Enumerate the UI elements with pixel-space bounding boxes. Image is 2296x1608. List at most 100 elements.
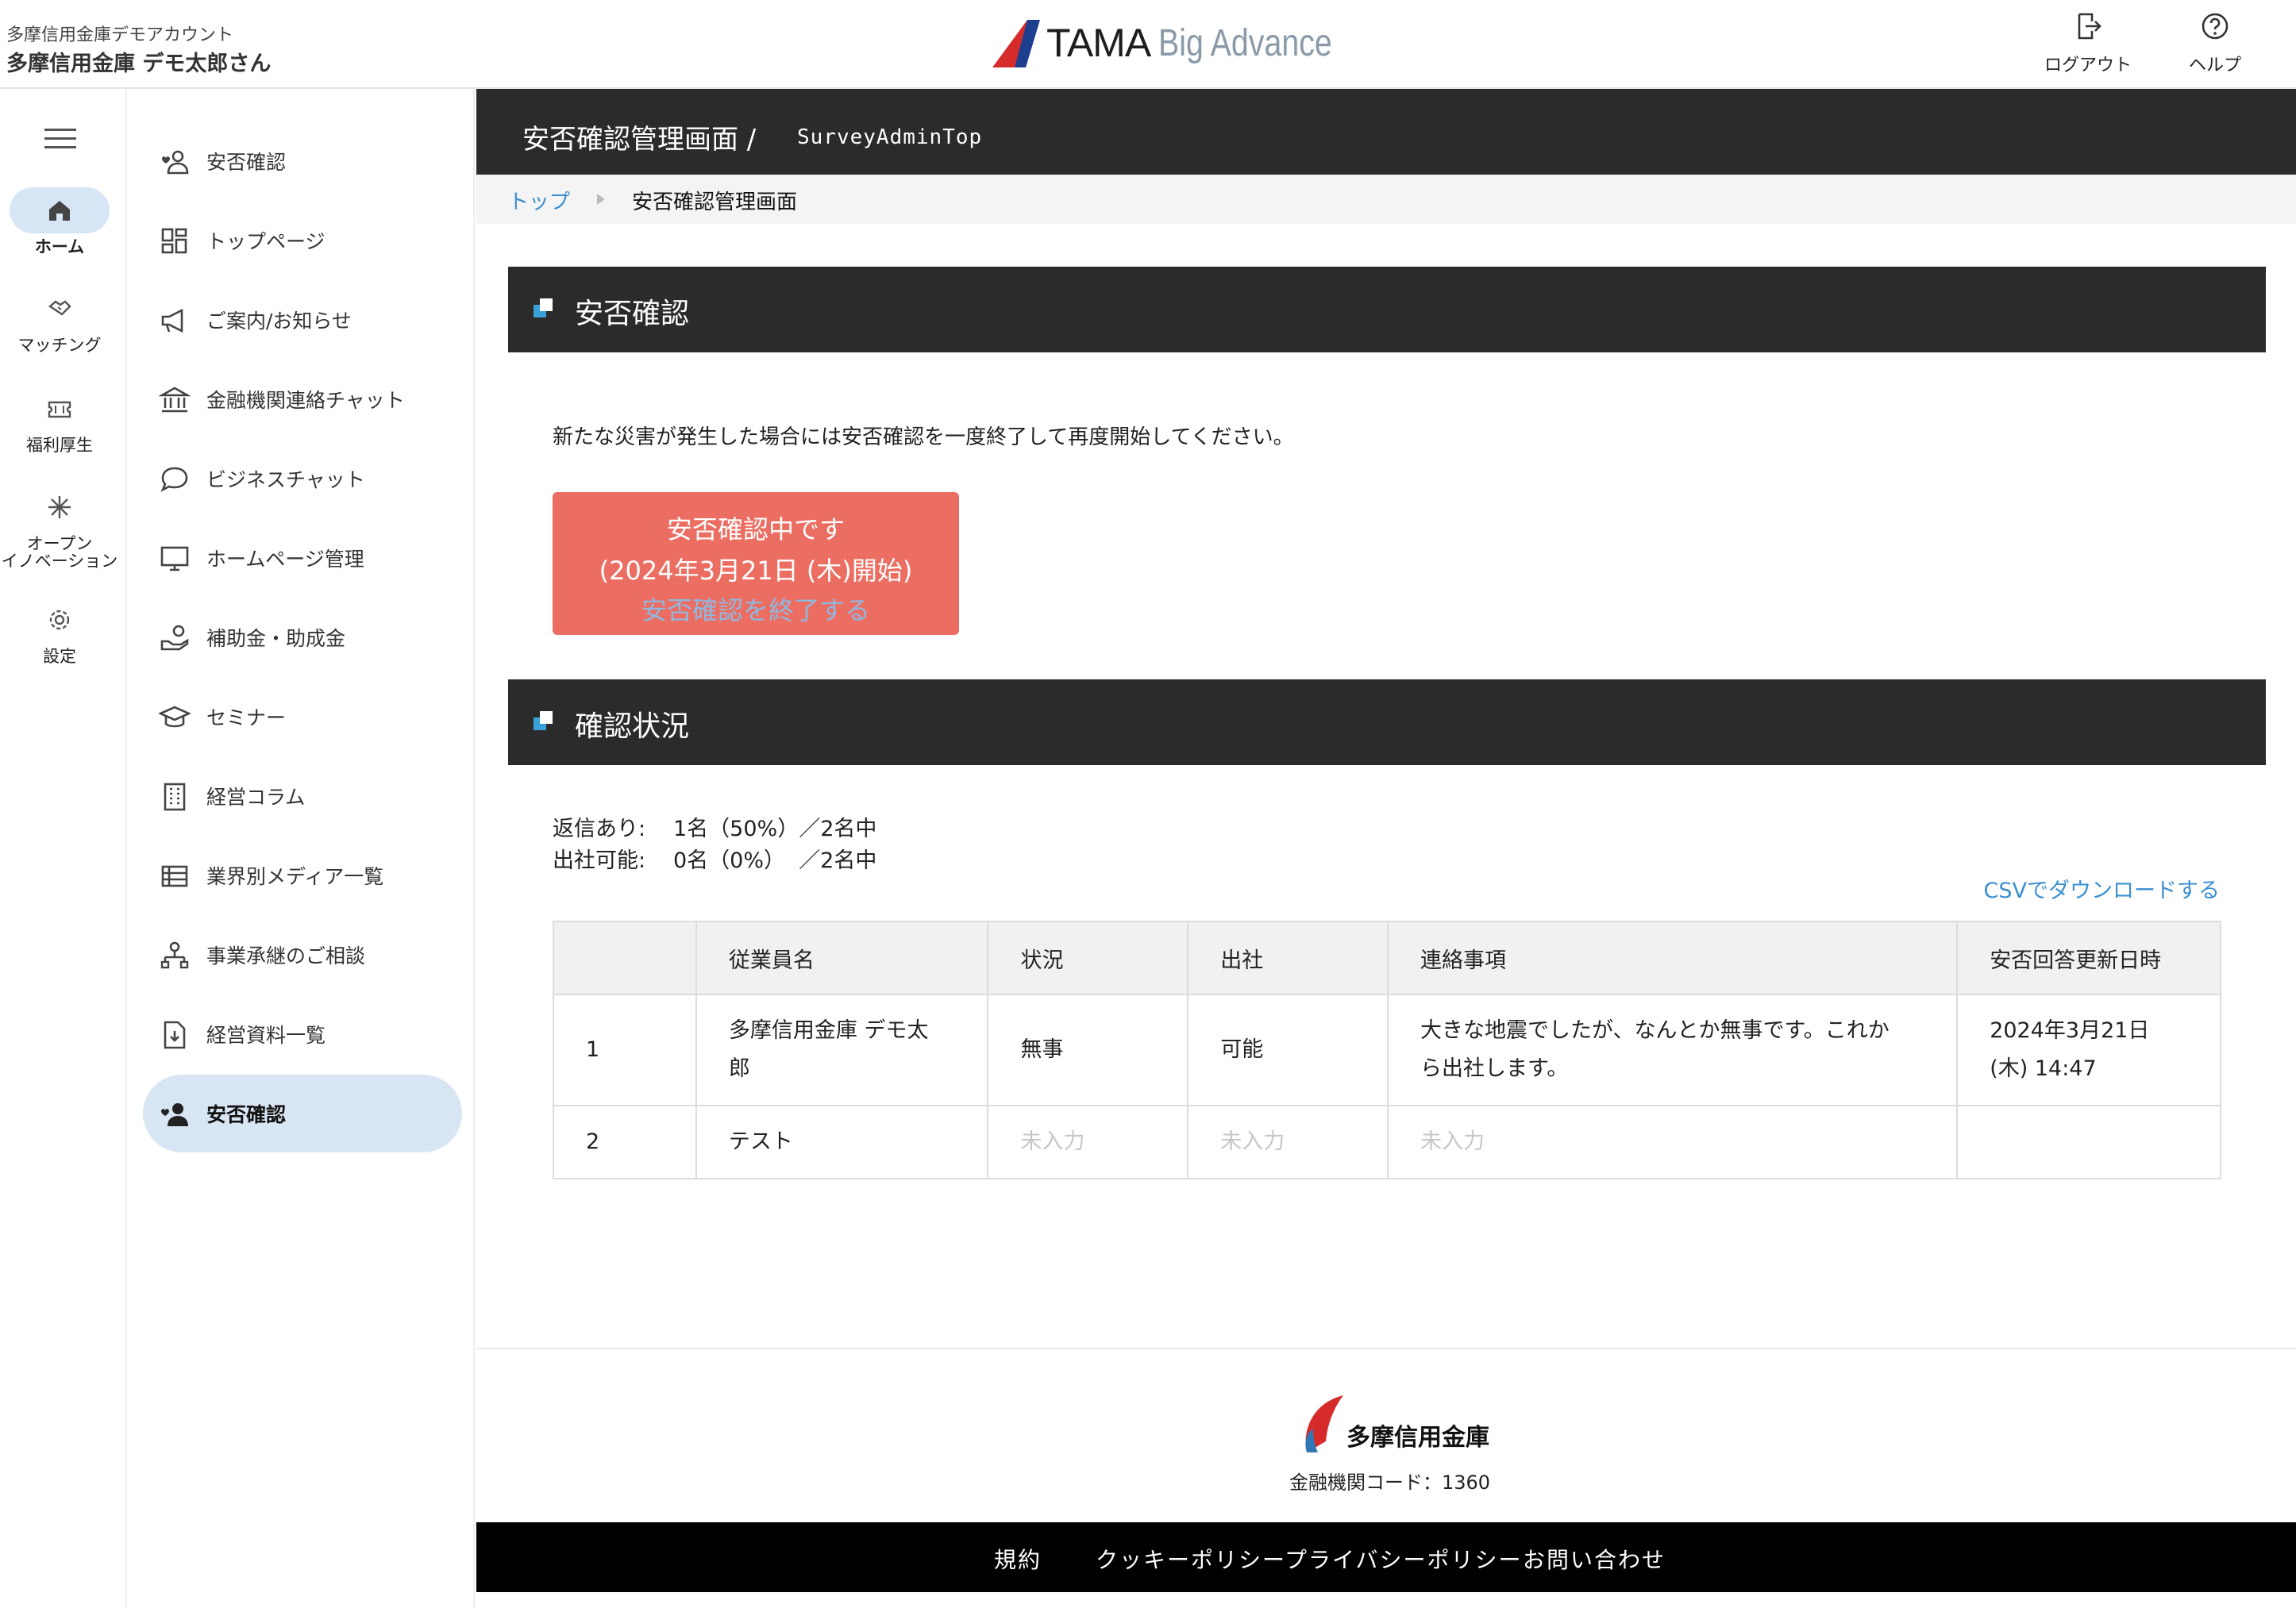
sidebar-item-label: 安否確認 bbox=[206, 1103, 287, 1126]
rail-item-welfare[interactable]: 福利厚生 bbox=[0, 386, 119, 454]
sidebar-item-safety-check-active[interactable]: 安否確認 bbox=[143, 1075, 462, 1152]
cell-notes: 未入力 bbox=[1387, 1105, 1959, 1179]
logout-label: ログアウト bbox=[2044, 56, 2132, 75]
bank-code: 金融機関コード：1360 bbox=[1289, 1471, 1491, 1494]
note-line2: ら出社します。 bbox=[1420, 1056, 1569, 1081]
cell-status: 未入力 bbox=[987, 1105, 1189, 1179]
dashboard-icon bbox=[161, 228, 187, 254]
cell-updated-at bbox=[1956, 1105, 2221, 1179]
sidebar-item-safety-check[interactable]: 安否確認 bbox=[143, 122, 462, 200]
secondary-sidebar: 安否確認 トップページ ご案内/お知らせ 金融機関連絡チャット ビジネスチャット… bbox=[129, 89, 475, 1608]
sidebar-item-homepage-management[interactable]: ホームページ管理 bbox=[143, 519, 462, 597]
rail-item-label: 設定 bbox=[43, 647, 76, 666]
column-header-number bbox=[553, 921, 697, 995]
note-line1: 大きな地震でしたが、なんとか無事です。これか bbox=[1420, 1018, 1890, 1043]
user-heart-icon bbox=[162, 150, 189, 175]
document-download-icon bbox=[164, 1021, 186, 1049]
help-icon bbox=[2202, 13, 2229, 40]
sidebar-item-label: 経営資料一覧 bbox=[206, 1024, 326, 1047]
rail-item-settings[interactable]: 設定 bbox=[0, 597, 119, 665]
logo-mark-icon bbox=[992, 20, 1040, 67]
footer-link-bar: 規約 クッキーポリシー プライバシーポリシー お問い合わせ bbox=[476, 1522, 2296, 1592]
sidebar-item-bank-chat[interactable]: 金融機関連絡チャット bbox=[143, 360, 462, 438]
breadcrumb-home-link[interactable]: トップ bbox=[508, 186, 570, 215]
attend-stat-value: 0名（0%） ／2名中 bbox=[673, 848, 877, 873]
account-subtitle: 多摩信用金庫デモアカウント bbox=[6, 25, 234, 45]
section-marker-icon bbox=[534, 711, 553, 730]
sidebar-item-label: ビジネスチャット bbox=[206, 468, 365, 491]
footer-link-terms[interactable]: 規約 bbox=[994, 1543, 1042, 1575]
graduation-cap-icon bbox=[159, 706, 191, 728]
end-safety-check-button[interactable]: 安否確認中です (2024年3月21日 (木)開始) 安否確認を終了する bbox=[553, 492, 959, 635]
breadcrumb-arrow-icon bbox=[597, 194, 605, 205]
column-header-notes: 連絡事項 bbox=[1387, 921, 1959, 995]
rail-item-home[interactable]: ホーム bbox=[0, 187, 119, 256]
cell-notes: 大きな地震でしたが、なんとか無事です。これか ら出社します。 bbox=[1387, 994, 1959, 1106]
page-title: 安否確認管理画面 / bbox=[522, 124, 757, 156]
rail-item-open-innovation[interactable]: オープン イノベーション bbox=[0, 484, 119, 570]
sidebar-item-business-chat[interactable]: ビジネスチャット bbox=[143, 440, 462, 517]
status-section-header: 確認状況 bbox=[508, 679, 2266, 765]
logo-text-tama: TAMA bbox=[1046, 21, 1151, 65]
rail-item-label-line2: イノベーション bbox=[1, 552, 118, 571]
sidebar-item-management-column[interactable]: 経営コラム bbox=[143, 757, 462, 835]
hamburger-menu-icon[interactable] bbox=[44, 129, 76, 151]
footer-link-contact[interactable]: お問い合わせ bbox=[1523, 1543, 1666, 1575]
rail-item-matching[interactable]: マッチング bbox=[0, 286, 119, 354]
attend-stat: 出社可能: 0名（0%） ／2名中 bbox=[553, 843, 876, 874]
column-header-attendance: 出社 bbox=[1187, 921, 1389, 995]
sidebar-item-top-page[interactable]: トップページ bbox=[143, 202, 462, 279]
csv-download-link[interactable]: CSVでダウンロードする bbox=[1984, 873, 2220, 904]
footer-link-cookie-policy[interactable]: クッキーポリシー bbox=[1096, 1543, 1286, 1575]
table-row: 2 テスト 未入力 未入力 未入力 bbox=[553, 1105, 2221, 1179]
safety-section-title: 安否確認 bbox=[575, 298, 690, 330]
logout-button[interactable]: ログアウト bbox=[2032, 11, 2144, 83]
ticket-icon bbox=[10, 386, 110, 432]
table-header-row: 従業員名 状況 出社 連絡事項 安否回答更新日時 bbox=[553, 921, 2221, 995]
sidebar-item-label: 事業承継のご相談 bbox=[206, 944, 366, 967]
help-button[interactable]: ヘルプ bbox=[2159, 11, 2271, 83]
sidebar-item-label: ご案内/お知らせ bbox=[206, 310, 352, 333]
account-name: 多摩信用金庫 デモ太郎さん bbox=[6, 52, 272, 76]
sidebar-item-business-succession[interactable]: 事業承継のご相談 bbox=[143, 916, 462, 994]
hand-coin-icon bbox=[160, 625, 189, 651]
sidebar-item-announcements[interactable]: ご案内/お知らせ bbox=[143, 281, 462, 359]
rail-item-label: ホーム bbox=[34, 237, 85, 256]
gear-icon bbox=[10, 597, 110, 643]
succession-icon bbox=[160, 941, 189, 969]
rail-item-label: 福利厚生 bbox=[26, 436, 93, 455]
sidebar-item-management-documents[interactable]: 経営資料一覧 bbox=[143, 995, 462, 1073]
column-header-updated-at: 安否回答更新日時 bbox=[1956, 921, 2221, 995]
reply-stat-label: 返信あり: bbox=[553, 817, 646, 841]
sidebar-item-label: 業界別メディア一覧 bbox=[206, 865, 384, 888]
employee-name-line1: 多摩信用金庫 デモ太 bbox=[728, 1018, 929, 1043]
breadcrumb-current: 安否確認管理画面 bbox=[632, 190, 798, 214]
monitor-icon bbox=[160, 546, 189, 571]
logout-icon bbox=[2078, 13, 2101, 40]
footer-link-privacy-policy[interactable]: プライバシーポリシー bbox=[1285, 1543, 1522, 1575]
home-icon bbox=[10, 187, 110, 233]
sidebar-item-label: 経営コラム bbox=[206, 786, 306, 809]
sidebar-item-label: トップページ bbox=[206, 230, 326, 253]
user-heart-filled-icon bbox=[161, 1103, 188, 1126]
breadcrumb: トップ 安否確認管理画面 bbox=[476, 175, 2296, 224]
safety-notice: 新たな災害が発生した場合には安否確認を一度終了して再度開始してください。 bbox=[553, 425, 1294, 449]
column-header-status: 状況 bbox=[987, 921, 1189, 995]
bank-logo: 多摩信用金庫 bbox=[1296, 1392, 1489, 1457]
cell-status: 無事 bbox=[987, 994, 1189, 1106]
rail-item-label-line1: オープン bbox=[26, 534, 93, 553]
megaphone-icon bbox=[161, 308, 183, 333]
bank-name: 多摩信用金庫 bbox=[1346, 1424, 1489, 1452]
sidebar-item-industry-media[interactable]: 業界別メディア一覧 bbox=[143, 837, 462, 914]
status-table: 従業員名 状況 出社 連絡事項 安否回答更新日時 1 多摩信用金庫 デモ太郎 無… bbox=[553, 921, 2221, 1179]
cell-employee-name: 多摩信用金庫 デモ太郎 bbox=[695, 994, 989, 1106]
building-icon bbox=[164, 783, 186, 811]
sidebar-item-subsidies[interactable]: 補助金・助成金 bbox=[143, 598, 462, 676]
updated-line1: 2024年3月21日 bbox=[1990, 1018, 2150, 1043]
sidebar-item-seminar[interactable]: セミナー bbox=[143, 678, 462, 756]
safety-section-header: 安否確認 bbox=[508, 267, 2266, 352]
cell-number: 2 bbox=[553, 1105, 697, 1179]
updated-line2: (木) 14:47 bbox=[1990, 1056, 2097, 1081]
tama-big-advance-logo[interactable]: TAMA Big Advance bbox=[991, 13, 1370, 73]
primary-nav-rail: ホーム マッチング 福利厚生 オープン イノベーション 設定 bbox=[0, 89, 127, 1608]
